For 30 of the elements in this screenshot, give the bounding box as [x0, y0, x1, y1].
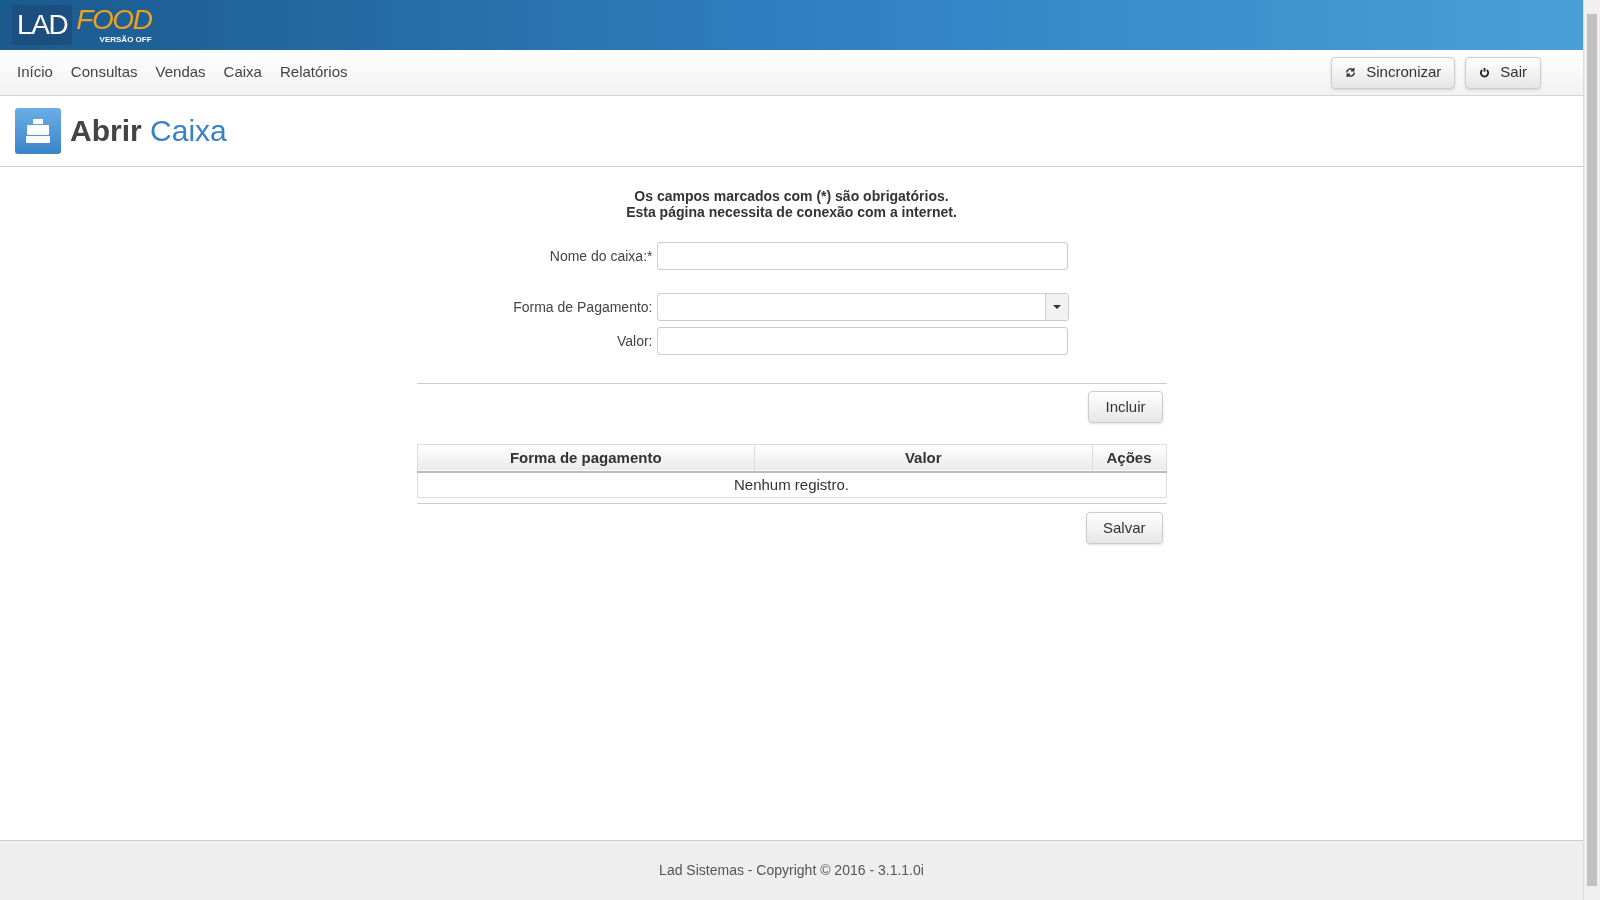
logo-lad: LAD — [12, 5, 73, 45]
empty-message: Nenhum registro. — [417, 471, 1166, 498]
column-header: Ações — [1092, 444, 1166, 472]
field-label: Forma de Pagamento: — [512, 297, 654, 317]
nav-link[interactable]: Relatórios — [270, 61, 357, 84]
save-button[interactable]: Salvar — [1085, 512, 1163, 544]
field-label: Valor: — [615, 331, 654, 351]
page-title-accent: Caixa — [150, 114, 227, 147]
notice-text: Esta página necessita de conexão com a internet. — [626, 204, 957, 220]
input-field[interactable] — [656, 327, 1068, 355]
nav-button[interactable]: Sair — [1465, 56, 1541, 89]
power-icon — [1479, 67, 1491, 78]
logo-subtitle: VERSÃO OFF — [99, 35, 152, 45]
notice-text: Os campos marcados com (*) são obrigatórios. — [634, 188, 949, 204]
dropdown-caret-icon — [1052, 305, 1061, 309]
nav-button[interactable]: Sincronizar — [1331, 56, 1456, 89]
column-header: Valor — [754, 444, 1093, 472]
column-header: Forma de pagamento — [417, 444, 755, 472]
nav-link[interactable]: Início — [8, 61, 62, 84]
select-field[interactable] — [656, 293, 1069, 321]
nav-link[interactable]: Caixa — [214, 61, 271, 84]
add-button[interactable]: Incluir — [1088, 391, 1163, 423]
sync-icon — [1345, 67, 1357, 78]
nav-link[interactable]: Consultas — [61, 61, 147, 84]
field-label: Nome do caixa:* — [548, 246, 654, 266]
nav-link[interactable]: Vendas — [146, 61, 215, 84]
page-title: Abrir — [70, 114, 142, 147]
input-field[interactable] — [656, 242, 1068, 270]
logo-food: FOOD — [76, 5, 152, 35]
footer-text: Lad Sistemas - Copyright © 2016 - 3.1.1.0i — [659, 861, 924, 880]
